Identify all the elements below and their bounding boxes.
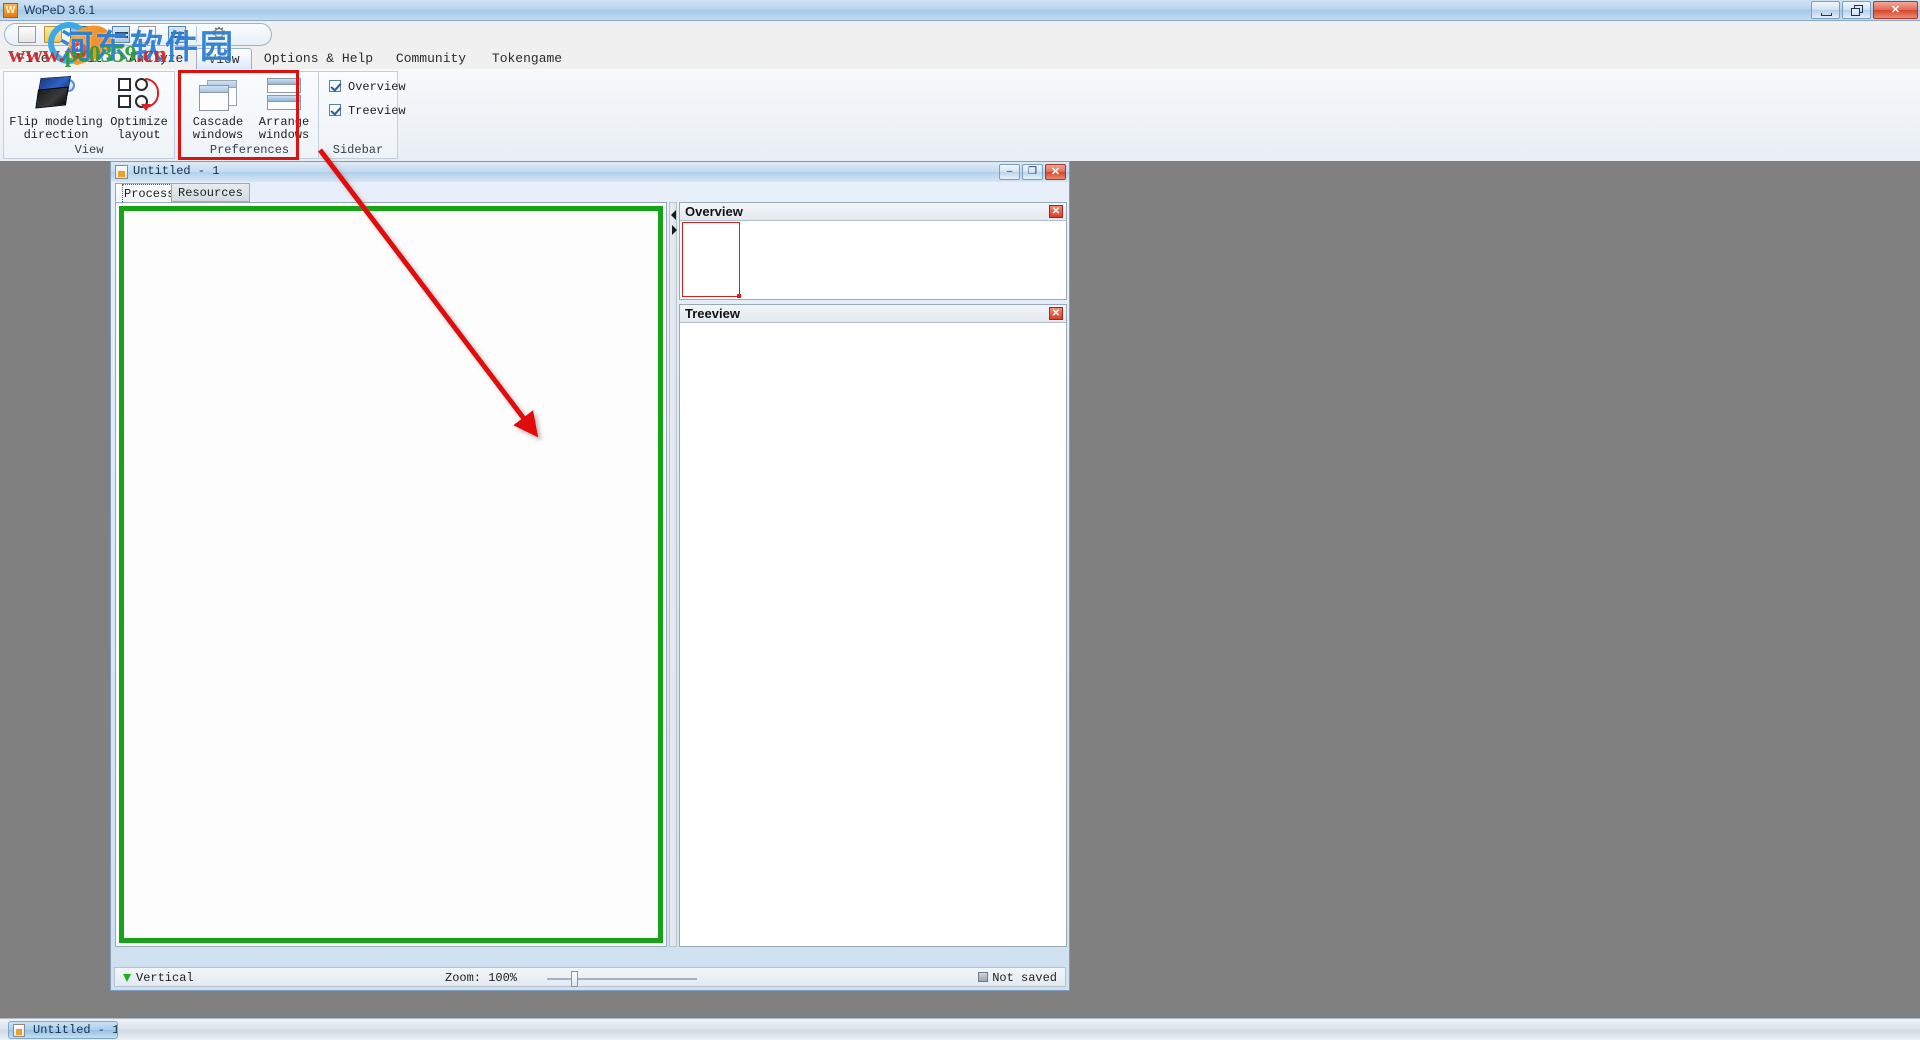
zoom-slider-thumb[interactable] <box>571 971 578 987</box>
flip-modeling-direction-label: Flip modeling direction <box>9 115 103 142</box>
document-window-controls: – ❐ ✕ <box>999 164 1066 180</box>
tab-resources-label: Resources <box>178 186 243 200</box>
document-minimize-button[interactable]: – <box>999 164 1020 180</box>
minimize-button[interactable] <box>1811 1 1840 19</box>
window-title: WoPeD 3.6.1 <box>24 3 96 17</box>
document-title: Untitled - 1 <box>133 164 220 178</box>
document-close-button[interactable]: ✕ <box>1045 164 1066 180</box>
close-icon: ✕ <box>1890 4 1901 16</box>
collapse-right-arrow-icon[interactable] <box>672 225 677 235</box>
collapse-left-arrow-icon[interactable] <box>671 210 676 220</box>
save-disk-icon <box>978 972 989 982</box>
open-icon[interactable] <box>44 26 62 43</box>
overview-dock-close-icon[interactable]: ✕ <box>1049 205 1063 218</box>
overview-dock-header: Overview ✕ <box>680 203 1066 221</box>
overview-checkbox-label: Overview <box>348 80 406 94</box>
overview-checkbox-box <box>329 80 341 92</box>
document-titlebar: Untitled - 1 – ❐ ✕ <box>111 162 1069 182</box>
taskbar: Untitled - 1 <box>0 1018 1920 1040</box>
document-restore-icon: ❐ <box>1028 166 1037 177</box>
menu-tabstrip: File Edit Analyze View Options & Help Co… <box>0 48 1920 70</box>
tab-tokengame[interactable]: Tokengame <box>481 48 573 70</box>
treeview-checkbox[interactable]: Treeview <box>329 104 406 118</box>
overview-dock-body[interactable] <box>680 221 1066 299</box>
optimize-layout-button[interactable]: Optimize layout <box>106 76 172 142</box>
overview-checkbox[interactable]: Overview <box>329 80 406 94</box>
cascade-windows-label: Cascade windows <box>192 115 244 142</box>
analysis-icon[interactable] <box>138 26 156 43</box>
new-icon[interactable] <box>18 26 36 43</box>
editor-canvas[interactable] <box>119 206 663 943</box>
ribbon: Flip modeling direction Optimize layout … <box>0 69 1920 161</box>
tab-edit[interactable]: Edit <box>62 48 112 70</box>
save-icon[interactable] <box>70 26 88 43</box>
document-window: Untitled - 1 – ❐ ✕ Process Resources Ove… <box>110 161 1070 991</box>
tab-community[interactable]: Community <box>385 48 477 70</box>
tab-options-help[interactable]: Options & Help <box>256 48 381 70</box>
optimize-layout-label: Optimize layout <box>110 115 168 142</box>
sidebar-splitter[interactable] <box>669 202 677 947</box>
ribbon-group-view-label: View <box>74 143 104 157</box>
main-application-window: W WoPeD 3.6.1 ✕ ⚙ File Edit Analyze View… <box>0 0 1920 1018</box>
editor-canvas-pane[interactable] <box>115 202 667 947</box>
tab-view[interactable]: View <box>196 48 252 70</box>
treeview-dock-header: Treeview ✕ <box>680 305 1066 323</box>
tab-analyze[interactable]: Analyze <box>118 48 194 70</box>
screen-root: W WoPeD 3.6.1 ✕ ⚙ File Edit Analyze View… <box>0 0 1920 1040</box>
save-state-label: Not saved <box>992 971 1057 985</box>
document-restore-button[interactable]: ❐ <box>1022 164 1043 180</box>
taskbar-document-icon <box>13 1024 25 1037</box>
window-titlebar: W WoPeD 3.6.1 ✕ <box>0 0 1920 21</box>
mdi-client-area: Untitled - 1 – ❐ ✕ Process Resources Ove… <box>0 161 1920 1018</box>
overview-dock: Overview ✕ <box>679 202 1067 300</box>
treeview-checkbox-box <box>329 104 341 116</box>
settings-gear-icon[interactable]: ⚙ <box>210 26 228 43</box>
ribbon-group-sidebar-label: Sidebar <box>332 143 384 157</box>
optimize-layout-icon <box>118 76 160 112</box>
toolbar-separator-1 <box>99 26 100 42</box>
window-controls: ✕ <box>1811 1 1918 19</box>
flip-direction-icon <box>35 75 77 112</box>
minimize-icon <box>1821 13 1832 16</box>
zoom-label: Zoom: 100% <box>445 971 518 985</box>
tab-file[interactable]: File <box>8 48 58 70</box>
document-icon <box>115 165 128 179</box>
tab-resources[interactable]: Resources <box>171 183 250 202</box>
orientation-label: Vertical <box>136 971 194 985</box>
treeview-dock: Treeview ✕ <box>679 304 1067 947</box>
overview-viewport-rect[interactable] <box>682 222 741 298</box>
toolbar-separator-2 <box>196 26 197 42</box>
treeview-dock-close-icon[interactable]: ✕ <box>1049 307 1063 320</box>
overview-dock-title: Overview <box>685 204 743 219</box>
taskbar-untitled-1[interactable]: Untitled - 1 <box>8 1021 118 1039</box>
cascade-windows-button[interactable]: Cascade windows <box>184 76 252 142</box>
arrange-windows-label: Arrange windows <box>258 115 310 142</box>
ribbon-group-preferences: Cascade windows Arrange windows Preferen… <box>180 71 319 159</box>
restore-button[interactable] <box>1842 1 1871 19</box>
arrange-windows-icon <box>263 76 305 112</box>
treeview-checkbox-label: Treeview <box>348 104 406 118</box>
treeview-dock-body[interactable] <box>680 323 1066 946</box>
woped-app-icon: W <box>3 3 18 18</box>
quick-access-toolbar: ⚙ <box>4 22 274 47</box>
document-close-icon: ✕ <box>1050 166 1061 178</box>
orientation-indicator[interactable]: Vertical <box>123 971 194 985</box>
document-minimize-icon: – <box>1006 166 1013 177</box>
zoom-slider-track[interactable] <box>547 978 697 980</box>
flip-modeling-direction-button[interactable]: Flip modeling direction <box>8 75 104 142</box>
save-state-indicator: Not saved <box>978 971 1057 985</box>
treeview-dock-title: Treeview <box>685 306 740 321</box>
ribbon-group-sidebar: Overview Treeview Sidebar <box>318 71 406 159</box>
arrange-windows-button[interactable]: Arrange windows <box>251 76 317 142</box>
orientation-arrow-icon <box>123 974 131 982</box>
tokengame-icon[interactable] <box>168 26 186 43</box>
cascade-windows-icon <box>197 76 239 112</box>
status-bar: Vertical Zoom: 100% Not saved <box>114 967 1066 987</box>
close-button[interactable]: ✕ <box>1873 1 1918 19</box>
taskbar-button-label: Untitled - 1 <box>33 1023 118 1037</box>
simulate-icon[interactable] <box>112 26 130 43</box>
tab-process-label: Process <box>122 184 177 204</box>
ribbon-group-preferences-label: Preferences <box>209 143 290 157</box>
ribbon-group-view: Flip modeling direction Optimize layout … <box>3 71 175 159</box>
